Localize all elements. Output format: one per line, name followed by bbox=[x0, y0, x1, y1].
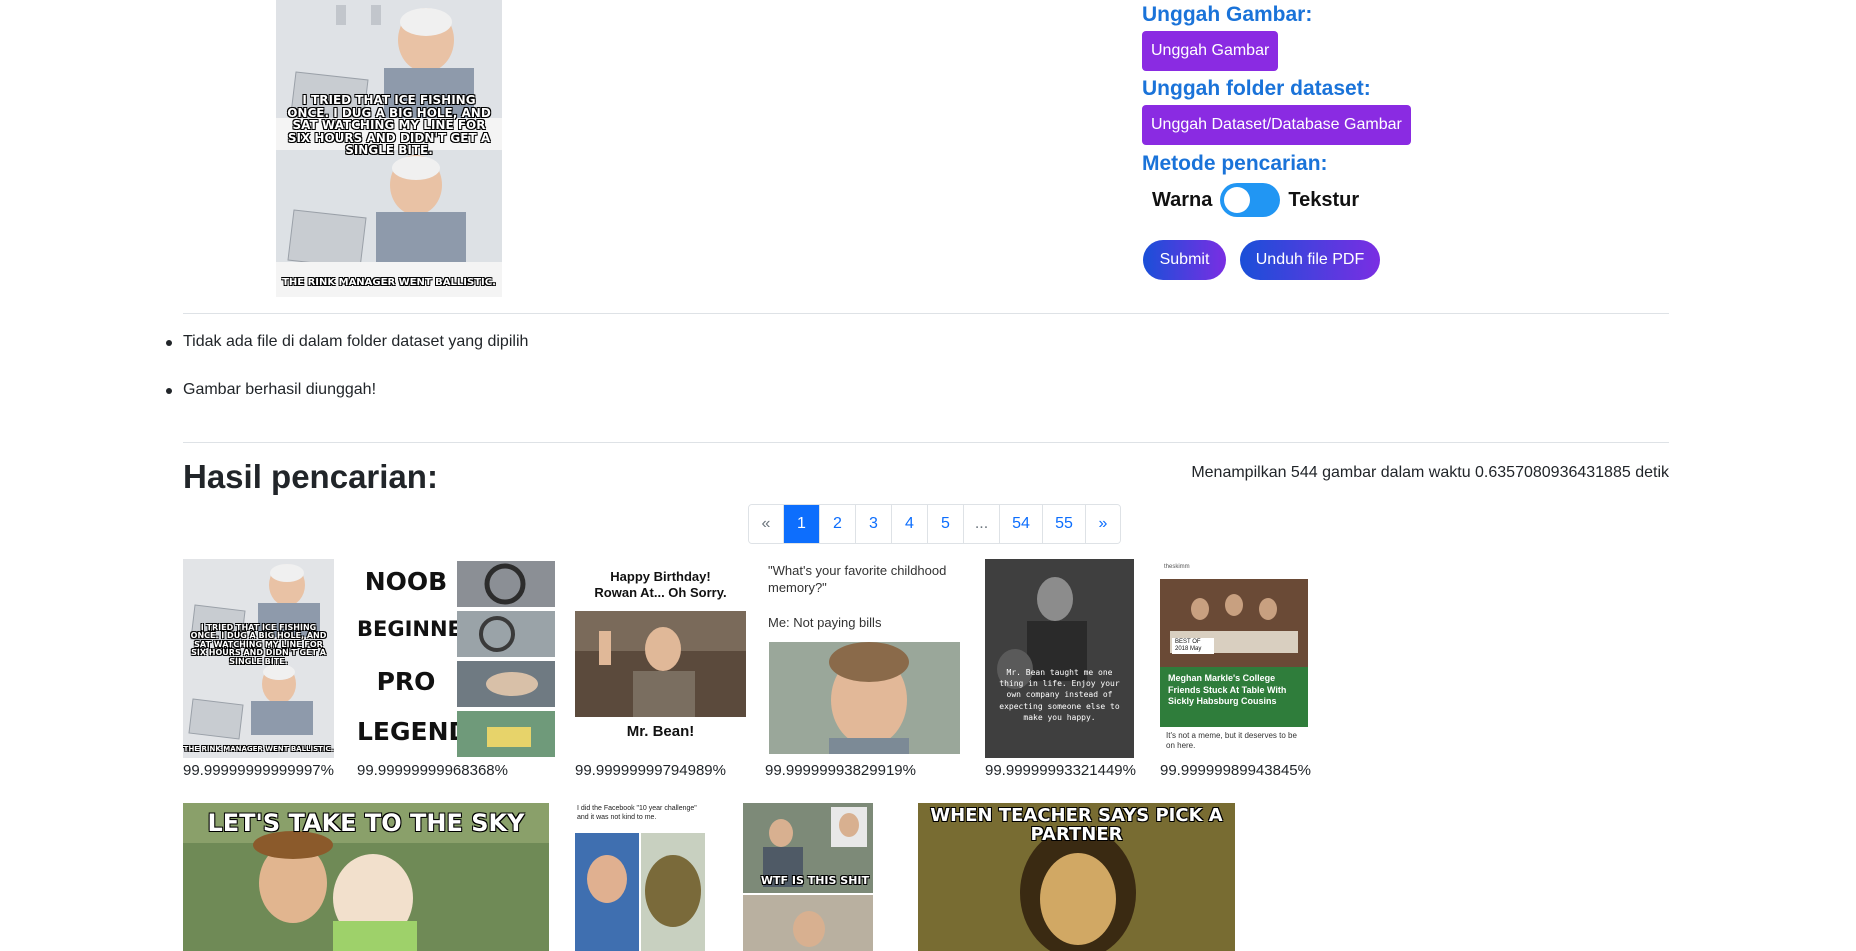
query-image: I TRIED THAT ICE FISHING ONCE. I DUG A B… bbox=[276, 0, 502, 297]
message-upload-success: Gambar berhasil diunggah! bbox=[183, 381, 377, 398]
bean-quote: Mr. Bean taught me one thing in life. En… bbox=[999, 668, 1120, 722]
pagination: « 1 2 3 4 5 ... 54 55 » bbox=[748, 504, 1121, 544]
teacher-caption: WHEN TEACHER SAYS PICK A PARTNER bbox=[930, 805, 1223, 845]
page-next[interactable]: » bbox=[1085, 505, 1120, 543]
result-caption-bottom: THE RINK MANAGER WENT BALLISTIC. bbox=[183, 745, 334, 753]
result-thumbnail[interactable]: Mr. Bean taught me one thing in life. En… bbox=[985, 559, 1134, 758]
result-thumbnail[interactable]: theskimm BEST OF 2018 May Meghan Markle'… bbox=[1160, 559, 1308, 758]
noob-label: NOOB bbox=[364, 567, 448, 596]
result-item[interactable]: LET'S TAKE TO THE SKY bbox=[183, 803, 549, 951]
message-no-files: Tidak ada file di dalam folder dataset y… bbox=[183, 333, 529, 350]
ten-year-caption: I did the Facebook "10 year challenge" a… bbox=[577, 805, 697, 821]
memory-question: "What's your favorite childhood memory?" bbox=[768, 563, 947, 595]
page-55[interactable]: 55 bbox=[1042, 505, 1085, 543]
skimm-green-band: Meghan Markle's College Friends Stuck At… bbox=[1160, 667, 1308, 727]
toggle-label-color: Warna bbox=[1152, 188, 1213, 211]
result-score: 99.99999993321449% bbox=[985, 762, 1136, 779]
result-thumbnail[interactable]: "What's your favorite childhood memory?"… bbox=[765, 559, 961, 758]
divider-results bbox=[183, 442, 1669, 443]
submit-button[interactable]: Submit bbox=[1143, 240, 1226, 280]
result-item[interactable]: WTF IS THIS SHIT bbox=[743, 803, 873, 951]
page: I TRIED THAT ICE FISHING ONCE. I DUG A B… bbox=[0, 0, 1856, 951]
toggle-label-texture: Tekstur bbox=[1288, 188, 1360, 211]
download-pdf-button[interactable]: Unduh file PDF bbox=[1240, 240, 1380, 280]
skimm-badge: BEST OF 2018 May bbox=[1172, 638, 1214, 655]
result-item[interactable]: theskimm BEST OF 2018 May Meghan Markle'… bbox=[1160, 559, 1335, 784]
skimm-footer: It's not a meme, but it deserves to be o… bbox=[1166, 731, 1297, 751]
result-caption-top: I TRIED THAT ICE FISHING ONCE. I DUG A B… bbox=[190, 623, 327, 666]
results-title: Hasil pencarian: bbox=[183, 458, 438, 495]
search-method-toggle[interactable] bbox=[1220, 183, 1281, 217]
toggle-knob bbox=[1224, 187, 1251, 213]
bean-teddy-photo bbox=[985, 559, 1134, 758]
result-item[interactable]: I TRIED THAT ICE FISHING ONCE. I DUG A B… bbox=[183, 559, 343, 784]
result-item[interactable]: WHEN TEACHER SAYS PICK A PARTNER bbox=[918, 803, 1235, 951]
memory-answer: Me: Not paying bills bbox=[768, 615, 882, 630]
wtf-caption: WTF IS THIS SHIT bbox=[760, 874, 869, 887]
ten-year-photos bbox=[575, 833, 705, 951]
upload-image-heading: Unggah Gambar: bbox=[1142, 3, 1313, 26]
result-thumbnail[interactable]: WHEN TEACHER SAYS PICK A PARTNER bbox=[918, 803, 1235, 951]
legend-label: LEGEND bbox=[357, 717, 470, 746]
skimm-headline: Meghan Markle's College Friends Stuck At… bbox=[1168, 673, 1287, 707]
mr-bean-text: Mr. Bean! bbox=[626, 723, 695, 740]
result-thumbnail[interactable]: LET'S TAKE TO THE SKY bbox=[183, 803, 549, 951]
mr-bean-photo bbox=[575, 611, 746, 717]
pro-label: PRO bbox=[376, 667, 436, 696]
divider-top bbox=[183, 313, 1669, 314]
result-item[interactable]: Happy Birthday! Rowan At... Oh Sorry. Mr… bbox=[575, 559, 750, 784]
page-3[interactable]: 3 bbox=[855, 505, 891, 543]
results-info: Menampilkan 544 gambar dalam waktu 0.635… bbox=[1191, 464, 1669, 481]
page-54[interactable]: 54 bbox=[999, 505, 1042, 543]
driving-photos bbox=[457, 561, 555, 757]
page-2[interactable]: 2 bbox=[819, 505, 855, 543]
result-score: 99.99999999968368% bbox=[357, 762, 508, 779]
page-1[interactable]: 1 bbox=[783, 505, 819, 543]
upload-folder-heading: Unggah folder dataset: bbox=[1142, 77, 1371, 100]
result-thumbnail[interactable]: Happy Birthday! Rowan At... Oh Sorry. Mr… bbox=[575, 559, 746, 758]
page-5[interactable]: 5 bbox=[927, 505, 963, 543]
page-ellipsis: ... bbox=[963, 505, 999, 543]
upload-image-button[interactable]: Unggah Gambar bbox=[1142, 31, 1279, 71]
result-thumbnail[interactable]: I did the Facebook "10 year challenge" a… bbox=[575, 803, 705, 951]
birthday-text: Happy Birthday! Rowan At... Oh Sorry. bbox=[594, 569, 727, 600]
query-caption-top: I TRIED THAT ICE FISHING ONCE. I DUG A B… bbox=[287, 93, 491, 158]
message-bullet bbox=[166, 388, 172, 394]
result-score: 99.99999999794989% bbox=[575, 762, 726, 779]
result-thumbnail[interactable]: I TRIED THAT ICE FISHING ONCE. I DUG A B… bbox=[183, 559, 334, 758]
skimm-source: theskimm bbox=[1164, 564, 1190, 570]
upload-folder-button[interactable]: Unggah Dataset/Database Gambar bbox=[1142, 105, 1411, 145]
result-thumbnail[interactable]: NOOB BEGINNER PRO LEGEND bbox=[357, 559, 555, 758]
page-4[interactable]: 4 bbox=[891, 505, 927, 543]
search-method-heading: Metode pencarian: bbox=[1142, 152, 1328, 175]
crying-photo bbox=[769, 642, 960, 754]
result-score: 99.99999993829919% bbox=[765, 762, 916, 779]
result-score: 99.99999989943845% bbox=[1160, 762, 1311, 779]
result-thumbnail[interactable]: WTF IS THIS SHIT bbox=[743, 803, 873, 951]
result-score: 99.99999999999997% bbox=[183, 762, 334, 779]
result-item[interactable]: Mr. Bean taught me one thing in life. En… bbox=[985, 559, 1150, 784]
search-method-toggle-row: Warna Tekstur bbox=[1152, 182, 1359, 218]
result-item[interactable]: NOOB BEGINNER PRO LEGEND 99.999999999683… bbox=[357, 559, 557, 784]
message-bullet bbox=[166, 340, 172, 346]
query-caption-bottom: THE RINK MANAGER WENT BALLISTIC. bbox=[282, 277, 496, 288]
result-item[interactable]: I did the Facebook "10 year challenge" a… bbox=[575, 803, 705, 951]
toy-story-caption: LET'S TAKE TO THE SKY bbox=[207, 809, 525, 837]
beginner-label: BEGINNER bbox=[357, 617, 479, 641]
result-item[interactable]: "What's your favorite childhood memory?"… bbox=[765, 559, 965, 784]
page-prev[interactable]: « bbox=[749, 505, 783, 543]
